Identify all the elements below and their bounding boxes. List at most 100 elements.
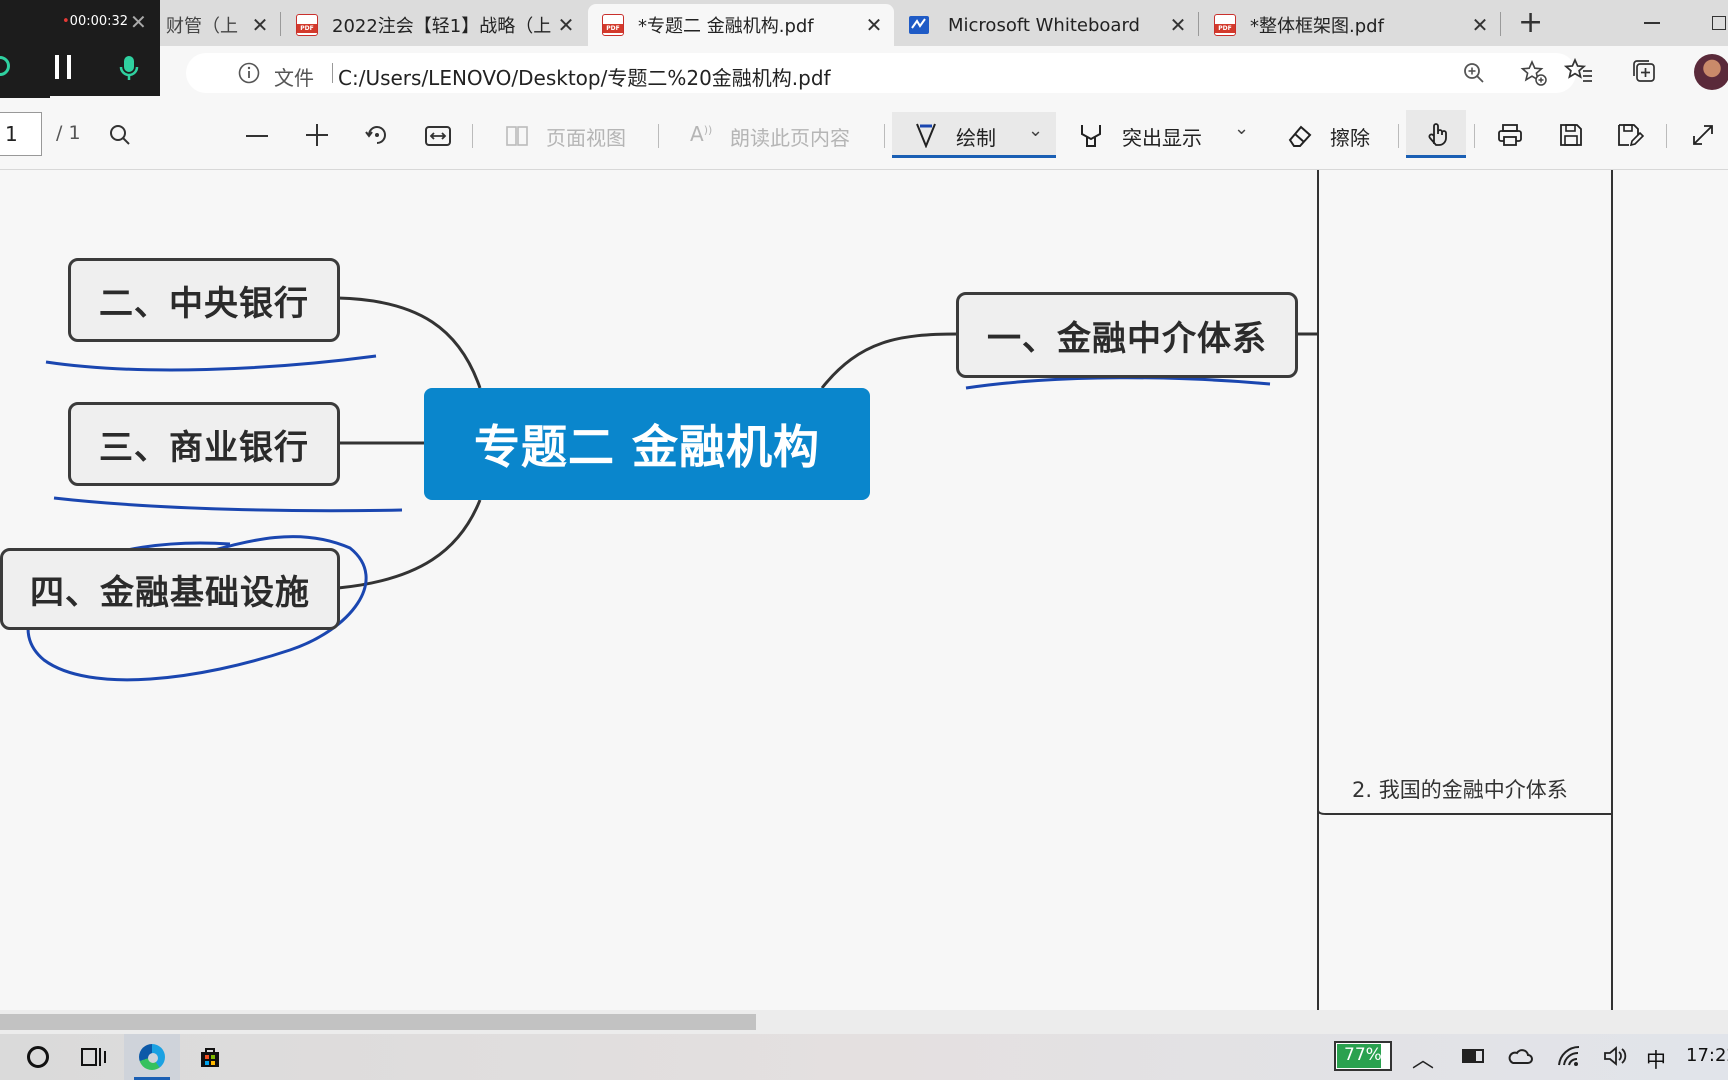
horizontal-scrollbar[interactable] xyxy=(0,1010,1728,1034)
onedrive-icon[interactable] xyxy=(1506,1044,1534,1068)
center-topic: 专题二 金融机构 xyxy=(424,388,870,500)
eraser-icon[interactable] xyxy=(1286,122,1314,150)
tab-title: 财管（上 xyxy=(166,16,238,37)
url-text[interactable]: C:/Users/LENOVO/Desktop/专题二%20金融机构.pdf xyxy=(338,62,831,91)
minimize-button[interactable] xyxy=(1644,22,1660,24)
maximize-button[interactable] xyxy=(1712,16,1726,30)
draw-button[interactable]: 绘制 ⌄ xyxy=(892,112,1056,158)
draw-label: 绘制 xyxy=(956,126,996,150)
search-icon[interactable] xyxy=(108,123,132,147)
toolbar-separator xyxy=(1398,124,1399,148)
recording-timer: •00:00:32 xyxy=(62,14,129,29)
search-circle-icon[interactable] xyxy=(20,1034,56,1080)
tab-title: Microsoft Whiteboard xyxy=(948,14,1140,36)
add-favorite-icon[interactable] xyxy=(1520,59,1548,87)
page-view-button[interactable]: 页面视图 xyxy=(546,122,626,151)
pdf-icon xyxy=(296,14,318,36)
divider xyxy=(332,63,333,83)
battery-icon[interactable] xyxy=(1462,1049,1484,1063)
wifi-icon[interactable] xyxy=(1556,1044,1582,1068)
zoom-in-icon[interactable] xyxy=(1462,61,1486,85)
file-scheme-label: 文件 xyxy=(274,66,314,90)
draw-pen-icon xyxy=(916,123,936,148)
close-icon[interactable]: ✕ xyxy=(1168,13,1188,37)
save-icon[interactable] xyxy=(1558,122,1584,148)
tab-active-pdf[interactable]: *专题二 金融机构.pdf ✕ xyxy=(588,4,894,46)
info-icon[interactable] xyxy=(238,62,260,84)
frame-line xyxy=(1317,809,1612,815)
toolbar-separator xyxy=(1666,124,1667,148)
volume-icon[interactable] xyxy=(1602,1044,1628,1068)
rotate-icon[interactable] xyxy=(364,122,390,148)
task-view-icon[interactable] xyxy=(74,1034,114,1080)
battery-indicator[interactable]: 77% xyxy=(1334,1041,1392,1071)
pdf-canvas: 二、中央银行 三、商业银行 四、金融基础设施 专题二 金融机构 一、金融中介体系… xyxy=(0,170,1728,1010)
read-aloud-icon[interactable]: A)) xyxy=(690,122,712,146)
tab-title: *专题二 金融机构.pdf xyxy=(638,16,814,37)
zoom-in-plus-icon[interactable] xyxy=(306,124,328,146)
touch-hand-icon xyxy=(1428,123,1447,146)
highlight-icon[interactable] xyxy=(1078,122,1104,150)
close-icon[interactable]: ✕ xyxy=(1470,13,1490,37)
microphone-icon[interactable] xyxy=(118,54,140,82)
toolbar-separator xyxy=(472,124,473,148)
screen-recorder-panel: •00:00:32 ✕ xyxy=(0,0,160,96)
pdf-icon xyxy=(1214,14,1236,36)
read-aloud-button[interactable]: 朗读此页内容 xyxy=(730,122,850,151)
side-caption: 2. 我国的金融中介体系 xyxy=(1352,778,1568,802)
tab-separator xyxy=(1500,12,1501,36)
profile-avatar[interactable] xyxy=(1694,54,1728,90)
chevron-up-icon[interactable]: ︿ xyxy=(1412,1042,1434,1074)
page-view-icon[interactable] xyxy=(504,124,530,148)
tab-title: *整体框架图.pdf xyxy=(1250,16,1384,37)
pause-icon[interactable] xyxy=(55,55,71,79)
erase-button[interactable]: 擦除 xyxy=(1330,122,1370,151)
fit-width-icon[interactable] xyxy=(424,124,452,148)
tab-whiteboard[interactable]: Microsoft Whiteboard ✕ xyxy=(908,4,1188,46)
address-row: 文件 C:/Users/LENOVO/Desktop/专题二%20金融机构.pd… xyxy=(160,46,1728,98)
whiteboard-icon xyxy=(909,16,929,34)
ink-underline xyxy=(53,496,403,513)
pdf-icon xyxy=(602,14,624,36)
tab-separator xyxy=(1198,12,1199,36)
page-number-input[interactable]: 1 xyxy=(0,112,42,156)
favorites-icon[interactable] xyxy=(1564,57,1594,85)
ink-underline xyxy=(45,354,377,372)
connector-line xyxy=(337,296,482,389)
toolbar-separator xyxy=(658,124,659,148)
edge-icon[interactable] xyxy=(124,1034,180,1080)
tab-title: 2022注会【轻1】战略（上 xyxy=(332,16,552,37)
tab-caiguan[interactable]: 财管（上 ✕ xyxy=(166,4,270,46)
print-icon[interactable] xyxy=(1496,122,1524,148)
new-tab-button[interactable]: + xyxy=(1518,8,1543,38)
toolbar-separator xyxy=(1474,124,1475,148)
close-icon[interactable]: ✕ xyxy=(250,13,270,37)
tab-separator xyxy=(280,12,281,36)
chevron-down-icon[interactable]: ⌄ xyxy=(1028,120,1043,141)
scrollbar-thumb[interactable] xyxy=(0,1014,756,1030)
chevron-down-icon[interactable]: ⌄ xyxy=(1234,118,1249,139)
store-icon[interactable] xyxy=(192,1034,228,1080)
tab-bar: 财管（上 ✕ 2022注会【轻1】战略（上 ✕ *专题二 金融机构.pdf ✕ … xyxy=(0,0,1728,46)
highlight-button[interactable]: 突出显示 xyxy=(1122,122,1202,151)
clock[interactable]: 17:22 xyxy=(1686,1045,1728,1066)
close-icon[interactable]: ✕ xyxy=(556,13,576,37)
record-icon[interactable] xyxy=(0,56,10,76)
address-bar[interactable]: 文件 C:/Users/LENOVO/Desktop/专题二%20金融机构.pd… xyxy=(186,53,1576,93)
ime-indicator[interactable]: 中 xyxy=(1646,1044,1666,1073)
collections-icon[interactable] xyxy=(1630,57,1658,85)
zoom-out-icon[interactable] xyxy=(246,135,268,137)
page-total: / 1 xyxy=(56,122,81,144)
node-central-bank: 二、中央银行 xyxy=(68,258,340,342)
fullscreen-icon[interactable] xyxy=(1690,122,1716,148)
node-financial-intermediary: 一、金融中介体系 xyxy=(956,292,1298,378)
node-financial-infrastructure: 四、金融基础设施 xyxy=(0,548,340,630)
touch-write-button[interactable] xyxy=(1406,110,1466,158)
close-icon[interactable]: ✕ xyxy=(130,10,147,34)
close-icon[interactable]: ✕ xyxy=(864,13,884,37)
save-as-icon[interactable] xyxy=(1616,122,1644,148)
tab-framework-pdf[interactable]: *整体框架图.pdf ✕ xyxy=(1214,4,1490,46)
toolbar-separator xyxy=(884,124,885,148)
tab-zhanlue[interactable]: 2022注会【轻1】战略（上 ✕ xyxy=(296,4,576,46)
pdf-toolbar: 1 / 1 页面视图 A)) 朗读此页内容 绘制 ⌄ 突出显示 ⌄ 擦除 xyxy=(0,98,1728,170)
